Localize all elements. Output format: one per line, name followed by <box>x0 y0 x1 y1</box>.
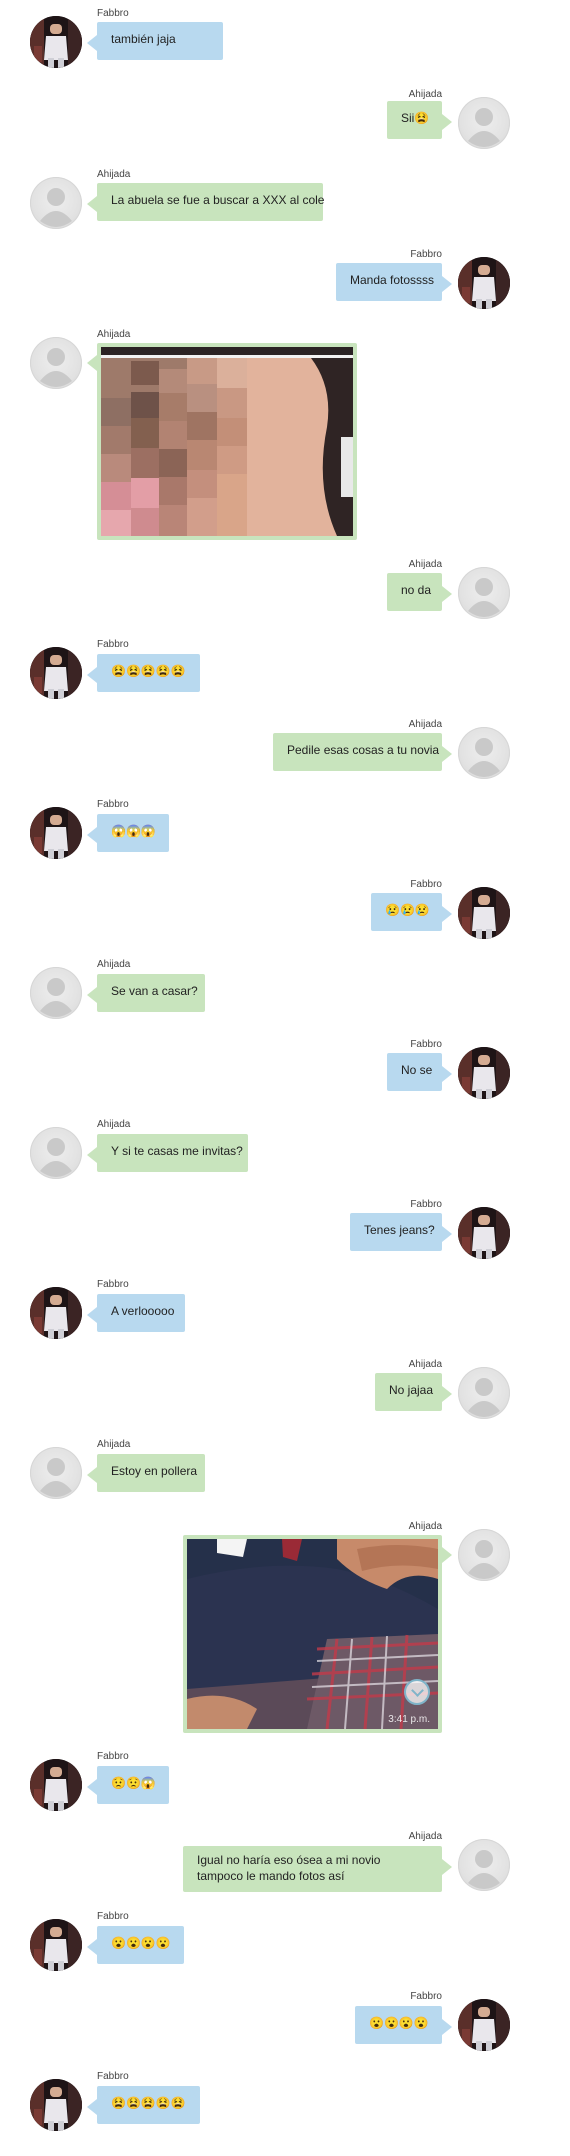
avatar-fabbro[interactable] <box>30 16 82 68</box>
sender-name: Fabbro <box>410 249 442 260</box>
message-bubble[interactable]: Estoy en pollera <box>87 1454 205 1492</box>
sender-name: Fabbro <box>97 1279 129 1290</box>
sender-name: Ahijada <box>408 1521 442 1532</box>
message-bubble[interactable]: No jajaa <box>375 1373 452 1411</box>
sender-name: Fabbro <box>410 1991 442 2002</box>
avatar-fabbro[interactable] <box>458 1207 510 1259</box>
sender-name: Fabbro <box>97 1751 129 1762</box>
avatar-fabbro[interactable] <box>458 1999 510 2051</box>
avatar-fabbro[interactable] <box>458 1047 510 1099</box>
avatar-fabbro[interactable] <box>30 1287 82 1339</box>
message-bubble[interactable]: 😮😮😮😮 <box>87 1926 184 1964</box>
sender-name: Ahijada <box>97 329 131 340</box>
image-timestamp: 3:41 p.m. <box>388 1714 430 1725</box>
image-message[interactable] <box>87 343 357 540</box>
sender-name: Fabbro <box>97 2071 129 2082</box>
message-bubble[interactable]: también jaja <box>87 22 223 60</box>
sender-name: Fabbro <box>97 8 129 19</box>
chat-thread: Fabbro también jaja Ahijada Sii😫 Ahijada… <box>0 0 570 2156</box>
sender-name: Ahijada <box>408 1831 442 1842</box>
avatar-ahijada[interactable] <box>30 967 82 1019</box>
avatar-ahijada[interactable] <box>458 1367 510 1419</box>
avatar-ahijada[interactable] <box>458 567 510 619</box>
message-bubble[interactable]: 😢😢😢 <box>371 893 452 931</box>
avatar-fabbro[interactable] <box>458 257 510 309</box>
sender-name: Fabbro <box>97 639 129 650</box>
message-bubble[interactable]: 😮😮😮😮 <box>355 2006 452 2044</box>
avatar-ahijada[interactable] <box>458 97 510 149</box>
avatar-fabbro[interactable] <box>30 807 82 859</box>
sender-name: Ahijada <box>97 1119 131 1130</box>
message-bubble[interactable]: Manda fotossss <box>336 263 452 301</box>
sender-name: Ahijada <box>97 1439 131 1450</box>
sender-name: Ahijada <box>408 1359 442 1370</box>
avatar-fabbro[interactable] <box>30 2079 82 2131</box>
message-bubble[interactable]: 😫😫😫😫😫 <box>87 2086 200 2124</box>
avatar-ahijada[interactable] <box>458 1529 510 1581</box>
sender-name: Fabbro <box>97 1911 129 1922</box>
message-bubble[interactable]: A verlooooo <box>87 1294 185 1332</box>
message-bubble[interactable]: Igual no haría eso ósea a mi novio tampo… <box>183 1846 452 1892</box>
avatar-fabbro[interactable] <box>458 887 510 939</box>
avatar-ahijada[interactable] <box>30 337 82 389</box>
message-bubble[interactable]: no da <box>387 573 452 611</box>
avatar-fabbro[interactable] <box>30 647 82 699</box>
avatar-ahijada[interactable] <box>458 1839 510 1891</box>
message-bubble[interactable]: 😫😫😫😫😫 <box>87 654 200 692</box>
message-bubble[interactable]: Tenes jeans? <box>350 1213 452 1251</box>
pixelated-photo <box>101 347 353 536</box>
sender-name: Fabbro <box>410 1199 442 1210</box>
sender-name: Fabbro <box>410 879 442 890</box>
image-message[interactable]: 3:41 p.m. <box>183 1535 452 1733</box>
avatar-ahijada[interactable] <box>30 1127 82 1179</box>
avatar-fabbro[interactable] <box>30 1919 82 1971</box>
sender-name: Ahijada <box>97 169 131 180</box>
message-bubble[interactable]: No se <box>387 1053 452 1091</box>
avatar-ahijada[interactable] <box>458 727 510 779</box>
sender-name: Ahijada <box>408 89 442 100</box>
sender-name: Ahijada <box>97 959 131 970</box>
avatar-ahijada[interactable] <box>30 1447 82 1499</box>
sender-name: Ahijada <box>408 559 442 570</box>
photo-plaid-skirt: 3:41 p.m. <box>187 1539 438 1729</box>
sender-name: Ahijada <box>408 719 442 730</box>
sender-name: Fabbro <box>410 1039 442 1050</box>
message-bubble[interactable]: Sii😫 <box>387 101 452 139</box>
message-bubble[interactable]: Y si te casas me invitas? <box>87 1134 248 1172</box>
message-bubble[interactable]: 😱😱😱 <box>87 814 169 852</box>
avatar-fabbro[interactable] <box>30 1759 82 1811</box>
message-bubble[interactable]: 😟😟😱 <box>87 1766 169 1804</box>
sender-name: Fabbro <box>97 799 129 810</box>
scroll-down-icon[interactable] <box>404 1679 430 1705</box>
message-bubble[interactable]: La abuela se fue a buscar a XXX al cole <box>87 183 324 221</box>
message-bubble[interactable]: Pedile esas cosas a tu novia <box>273 733 452 771</box>
message-bubble[interactable]: Se van a casar? <box>87 974 205 1012</box>
avatar-ahijada[interactable] <box>30 177 82 229</box>
